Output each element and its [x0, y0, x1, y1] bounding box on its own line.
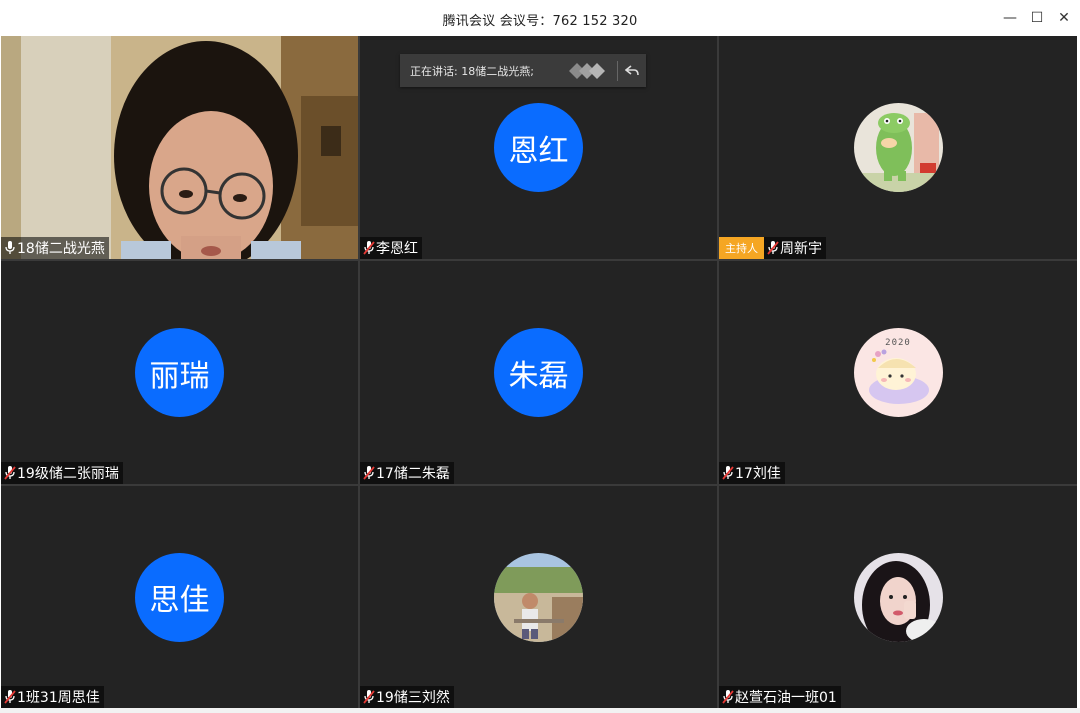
maximize-button[interactable]: ☐: [1025, 6, 1049, 30]
participant-name: 17刘佳: [735, 466, 781, 482]
speaking-indicator: 正在讲话: 18储二战光燕;: [400, 54, 646, 87]
muted-microphone-icon: [766, 239, 780, 257]
speaking-label: 正在讲话: 18储二战光燕;: [410, 64, 534, 78]
avatar-caption: 2020: [885, 338, 911, 348]
muted-microphone-icon: [3, 464, 17, 482]
participant-name: 1班31周思佳: [17, 690, 100, 706]
muted-microphone-icon: [721, 464, 735, 482]
window-bottom-edge: [0, 708, 1080, 713]
participant-tile[interactable]: 正在讲话: 18储二战光燕; 恩红 李恩红: [360, 36, 717, 259]
participant-name: 赵萱石油一班01: [735, 690, 837, 706]
participant-tile[interactable]: 朱磊 17储二朱磊: [360, 261, 717, 484]
collapse-arrow-icon[interactable]: [618, 64, 646, 77]
participant-name: 李恩红: [376, 241, 418, 257]
host-badge: 主持人: [719, 237, 764, 259]
minimize-button[interactable]: —: [998, 6, 1022, 30]
avatar: [494, 552, 583, 642]
speaking-avatars-icon: [569, 62, 605, 79]
participant-name-tag: 主持人 周新宇: [719, 237, 826, 259]
participant-tile[interactable]: 思佳 1班31周思佳: [1, 486, 358, 708]
muted-microphone-icon: [362, 239, 376, 257]
avatar: [853, 103, 943, 192]
participant-name-tag: 李恩红: [360, 237, 422, 259]
participant-name: 19储三刘然: [376, 690, 450, 706]
avatar: 2020: [853, 328, 943, 417]
participant-tile[interactable]: 丽瑞 19级储二张丽瑞: [1, 261, 358, 484]
participant-tile[interactable]: 2020 17刘佳: [719, 261, 1077, 484]
avatar: 丽瑞: [135, 328, 224, 417]
muted-microphone-icon: [362, 688, 376, 706]
participant-name: 19级储二张丽瑞: [17, 466, 119, 482]
avatar: [853, 552, 943, 642]
participant-tile[interactable]: 18储二战光燕: [1, 36, 358, 259]
participant-tile[interactable]: 19储三刘然: [360, 486, 717, 708]
participant-name: 17储二朱磊: [376, 466, 450, 482]
avatar: 思佳: [135, 552, 224, 642]
video-feed: [1, 36, 358, 259]
muted-microphone-icon: [362, 464, 376, 482]
avatar: 朱磊: [494, 328, 583, 417]
title-bar: 腾讯会议 会议号：762 152 320 — ☐ ✕: [0, 0, 1080, 36]
participant-name-tag: 赵萱石油一班01: [719, 686, 841, 708]
close-button[interactable]: ✕: [1052, 6, 1076, 30]
participant-name-tag: 1班31周思佳: [1, 686, 104, 708]
video-grid: 18储二战光燕 正在讲话: 18储二战光燕; 恩红 李恩红 主持人 周新宇 丽瑞…: [1, 36, 1077, 708]
participant-name-tag: 17储二朱磊: [360, 462, 454, 484]
participant-name-tag: 19储三刘然: [360, 686, 454, 708]
participant-tile[interactable]: 赵萱石油一班01: [719, 486, 1077, 708]
avatar: 恩红: [494, 103, 583, 192]
participant-name-tag: 19级储二张丽瑞: [1, 462, 123, 484]
participant-name-tag: 17刘佳: [719, 462, 785, 484]
window-title: 腾讯会议 会议号：762 152 320: [442, 14, 638, 29]
muted-microphone-icon: [721, 688, 735, 706]
microphone-icon: [3, 239, 17, 257]
participant-tile[interactable]: 主持人 周新宇: [719, 36, 1077, 259]
participant-name-tag: 18储二战光燕: [1, 237, 109, 259]
muted-microphone-icon: [3, 688, 17, 706]
participant-name: 18储二战光燕: [17, 241, 105, 257]
participant-name: 周新宇: [780, 241, 822, 257]
